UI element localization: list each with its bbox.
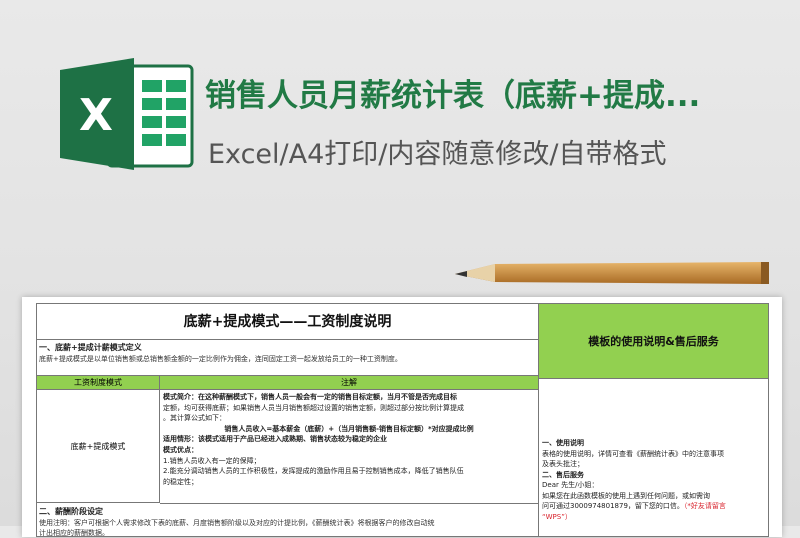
- doc-title: 底薪+提成模式——工资制度说明: [37, 304, 538, 340]
- logo-letter: X: [79, 90, 113, 141]
- notes-line: 模式优点：: [163, 445, 198, 454]
- service-note: （*好友请留言: [683, 502, 726, 510]
- header-mode: 工资制度模式: [37, 376, 160, 389]
- service-heading: 二、售后服务: [542, 470, 584, 479]
- service-panel: 模板的使用说明&售后服务 一、使用说明 表格的使用说明，详情可查看《薪酬统计表》…: [539, 304, 768, 536]
- page-title: 销售人员月薪统计表（底薪+提成...: [205, 78, 701, 114]
- notes-line: 2.能充分调动销售人员的工作积极性，发挥提成的激励作用且易于控制销售成本，降低了…: [163, 467, 464, 476]
- section2-heading: 二、薪酬阶段设定: [39, 507, 103, 516]
- page-subtitle: Excel/A4打印/内容随意修改/自带格式: [208, 139, 667, 170]
- pencil-icon: [455, 262, 769, 284]
- notes-formula: 销售人员收入=基本薪金（底薪）+（当月销售额-销售目标定额）*对应提成比例: [224, 424, 474, 433]
- excel-logo-icon: X: [60, 58, 194, 170]
- service-note: “WPS”）: [542, 512, 572, 521]
- service-panel-body: 一、使用说明 表格的使用说明，详情可查看《薪酬统计表》中的注意事项 及表头批注；…: [542, 438, 766, 522]
- notes-line: 1.销售人员收入有一定的保障；: [163, 456, 261, 465]
- notes-line: 适用情形：该模式适用于产品已经进入成熟期、销售状态较为稳定的企业: [163, 435, 387, 444]
- section1-heading: 一、底薪+提成计薪模式定义: [39, 343, 142, 352]
- salary-description-area: 底薪+提成模式——工资制度说明 一、底薪+提成计薪模式定义 底薪+提成模式是以单…: [37, 304, 539, 537]
- header-notes: 注解: [341, 378, 357, 387]
- service-text: 问可通过3000974801879，留下您的口信。（*好友请留言: [542, 501, 766, 512]
- notes-cell: 模式简介：在这种薪酬模式下，销售人员一般会有一定的销售目标定额，当月不管是否完成…: [163, 392, 535, 502]
- notes-line: 的稳定性；: [163, 477, 198, 486]
- service-text: 如果您在此函数模板的使用上遇到任何问题，或如需询: [542, 491, 710, 500]
- table-header: 工资制度模式 注解: [37, 375, 538, 390]
- mode-cell: 底薪+提成模式: [37, 390, 160, 503]
- section2-text: 使用注明：客户可根据个人需求修改下表的底薪、月度销售额阶级以及对应的计提比例，《…: [39, 519, 435, 527]
- row-divider: [160, 503, 538, 504]
- usage-text: 及表头批注；: [542, 460, 584, 468]
- service-text: Dear 先生/小姐：: [542, 481, 599, 489]
- usage-heading: 一、使用说明: [542, 439, 584, 447]
- notes-line: 。其计算公式如下：: [163, 414, 226, 423]
- usage-text: 表格的使用说明，详情可查看《薪酬统计表》中的注意事项: [542, 449, 724, 458]
- spreadsheet-preview: 底薪+提成模式——工资制度说明 一、底薪+提成计薪模式定义 底薪+提成模式是以单…: [22, 297, 782, 537]
- sheet-grid: 底薪+提成模式——工资制度说明 一、底薪+提成计薪模式定义 底薪+提成模式是以单…: [36, 303, 769, 537]
- section1-text: 底薪+提成模式是以单位销售额或总销售额金额的一定比例作为佣金，连同固定工资一起发…: [39, 355, 402, 363]
- service-panel-title: 模板的使用说明&售后服务: [539, 304, 768, 379]
- section2-text: 计出相应的薪酬数据。: [39, 529, 109, 537]
- notes-line: 定额，均可获得底薪；如果销售人员当月销售额超过设置的销售定额，则超过部分按比例计…: [163, 403, 464, 412]
- notes-line: 模式简介：在这种薪酬模式下，销售人员一般会有一定的销售目标定额，当月不管是否完成…: [163, 393, 457, 401]
- service-text-part: 问可通过3000974801879，留下您的口信。: [542, 502, 684, 510]
